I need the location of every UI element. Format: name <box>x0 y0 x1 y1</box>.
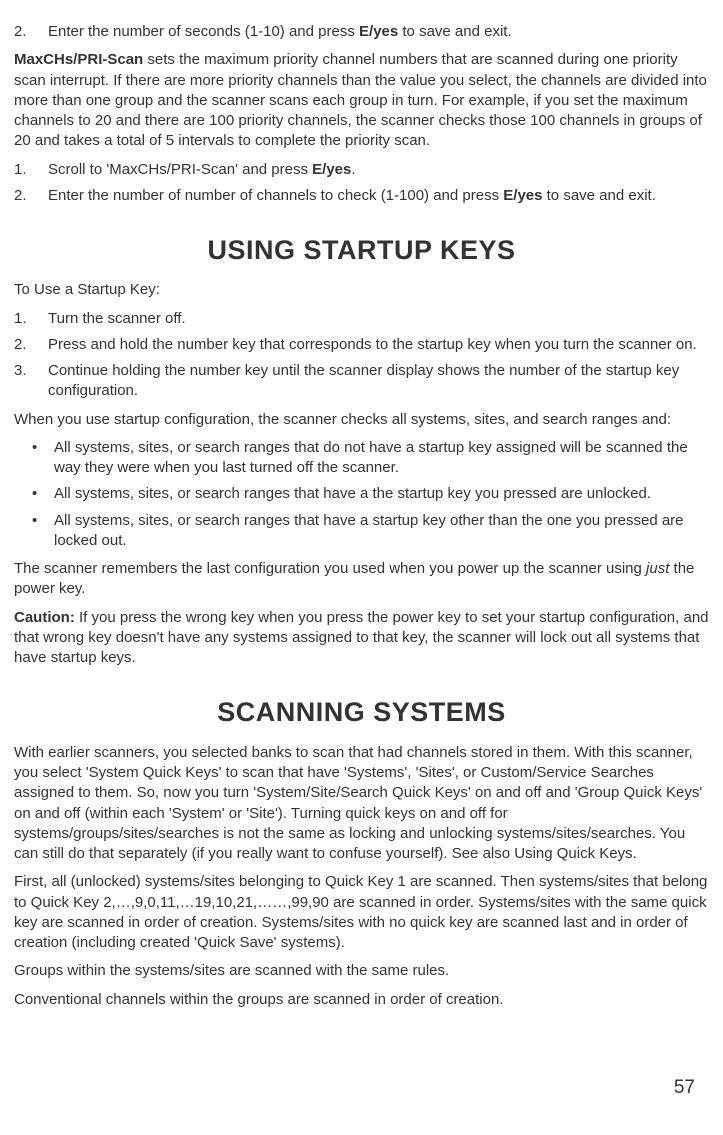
text-bold: MaxCHs/PRI-Scan <box>14 51 143 68</box>
text: The scanner remembers the last configura… <box>14 560 646 577</box>
ordered-list-top1: 2. Enter the number of seconds (1-10) an… <box>14 22 709 42</box>
list-text: All systems, sites, or search ranges tha… <box>54 438 709 479</box>
ordered-list-startup: 1. Turn the scanner off. 2. Press and ho… <box>14 309 709 402</box>
paragraph: Conventional channels within the groups … <box>14 990 709 1010</box>
text: . <box>351 161 355 178</box>
list-text: Scroll to 'MaxCHs/PRI-Scan' and press E/… <box>48 160 709 180</box>
list-item: 1. Scroll to 'MaxCHs/PRI-Scan' and press… <box>14 160 709 180</box>
list-text: Turn the scanner off. <box>48 309 709 329</box>
list-number: 1. <box>14 160 48 180</box>
bullet-icon: • <box>32 484 54 504</box>
text: Enter the number of seconds (1-10) and p… <box>48 23 359 40</box>
paragraph: When you use startup configuration, the … <box>14 410 709 430</box>
list-item: • All systems, sites, or search ranges t… <box>14 438 709 479</box>
heading-startup: USING STARTUP KEYS <box>14 232 709 268</box>
text: to save and exit. <box>398 23 511 40</box>
text-italic: just <box>646 560 669 577</box>
page-number: 57 <box>674 1075 695 1101</box>
list-number: 2. <box>14 186 48 206</box>
unordered-list-startup: • All systems, sites, or search ranges t… <box>14 438 709 551</box>
list-item: • All systems, sites, or search ranges t… <box>14 511 709 552</box>
list-item: 2. Press and hold the number key that co… <box>14 335 709 355</box>
text-bold: E/yes <box>312 161 351 178</box>
paragraph: With earlier scanners, you selected bank… <box>14 743 709 865</box>
paragraph: The scanner remembers the last configura… <box>14 559 709 600</box>
paragraph-caution: Caution: If you press the wrong key when… <box>14 608 709 669</box>
paragraph: Groups within the systems/sites are scan… <box>14 961 709 981</box>
bullet-icon: • <box>32 511 54 552</box>
text: If you press the wrong key when you pres… <box>14 609 709 667</box>
list-item: 1. Turn the scanner off. <box>14 309 709 329</box>
text: Enter the number of number of channels t… <box>48 187 503 204</box>
list-text: Enter the number of number of channels t… <box>48 186 709 206</box>
list-item: 2. Enter the number of seconds (1-10) an… <box>14 22 709 42</box>
text: to save and exit. <box>542 187 655 204</box>
text-bold: E/yes <box>359 23 398 40</box>
list-text: Enter the number of seconds (1-10) and p… <box>48 22 709 42</box>
list-text: Press and hold the number key that corre… <box>48 335 709 355</box>
ordered-list-top2: 1. Scroll to 'MaxCHs/PRI-Scan' and press… <box>14 160 709 207</box>
list-text: All systems, sites, or search ranges tha… <box>54 511 709 552</box>
text-bold: E/yes <box>503 187 542 204</box>
list-number: 2. <box>14 335 48 355</box>
list-number: 2. <box>14 22 48 42</box>
list-number: 1. <box>14 309 48 329</box>
list-item: • All systems, sites, or search ranges t… <box>14 484 709 504</box>
list-item: 2. Enter the number of number of channel… <box>14 186 709 206</box>
list-text: Continue holding the number key until th… <box>48 361 709 402</box>
list-number: 3. <box>14 361 48 402</box>
text-bold: Caution: <box>14 609 75 626</box>
paragraph: MaxCHs/PRI-Scan sets the maximum priorit… <box>14 50 709 151</box>
paragraph: To Use a Startup Key: <box>14 280 709 300</box>
list-text: All systems, sites, or search ranges tha… <box>54 484 651 504</box>
bullet-icon: • <box>32 438 54 479</box>
text: Scroll to 'MaxCHs/PRI-Scan' and press <box>48 161 312 178</box>
list-item: 3. Continue holding the number key until… <box>14 361 709 402</box>
heading-scanning: SCANNING SYSTEMS <box>14 694 709 730</box>
paragraph: First, all (unlocked) systems/sites belo… <box>14 872 709 953</box>
page: 2. Enter the number of seconds (1-10) an… <box>14 22 709 1115</box>
